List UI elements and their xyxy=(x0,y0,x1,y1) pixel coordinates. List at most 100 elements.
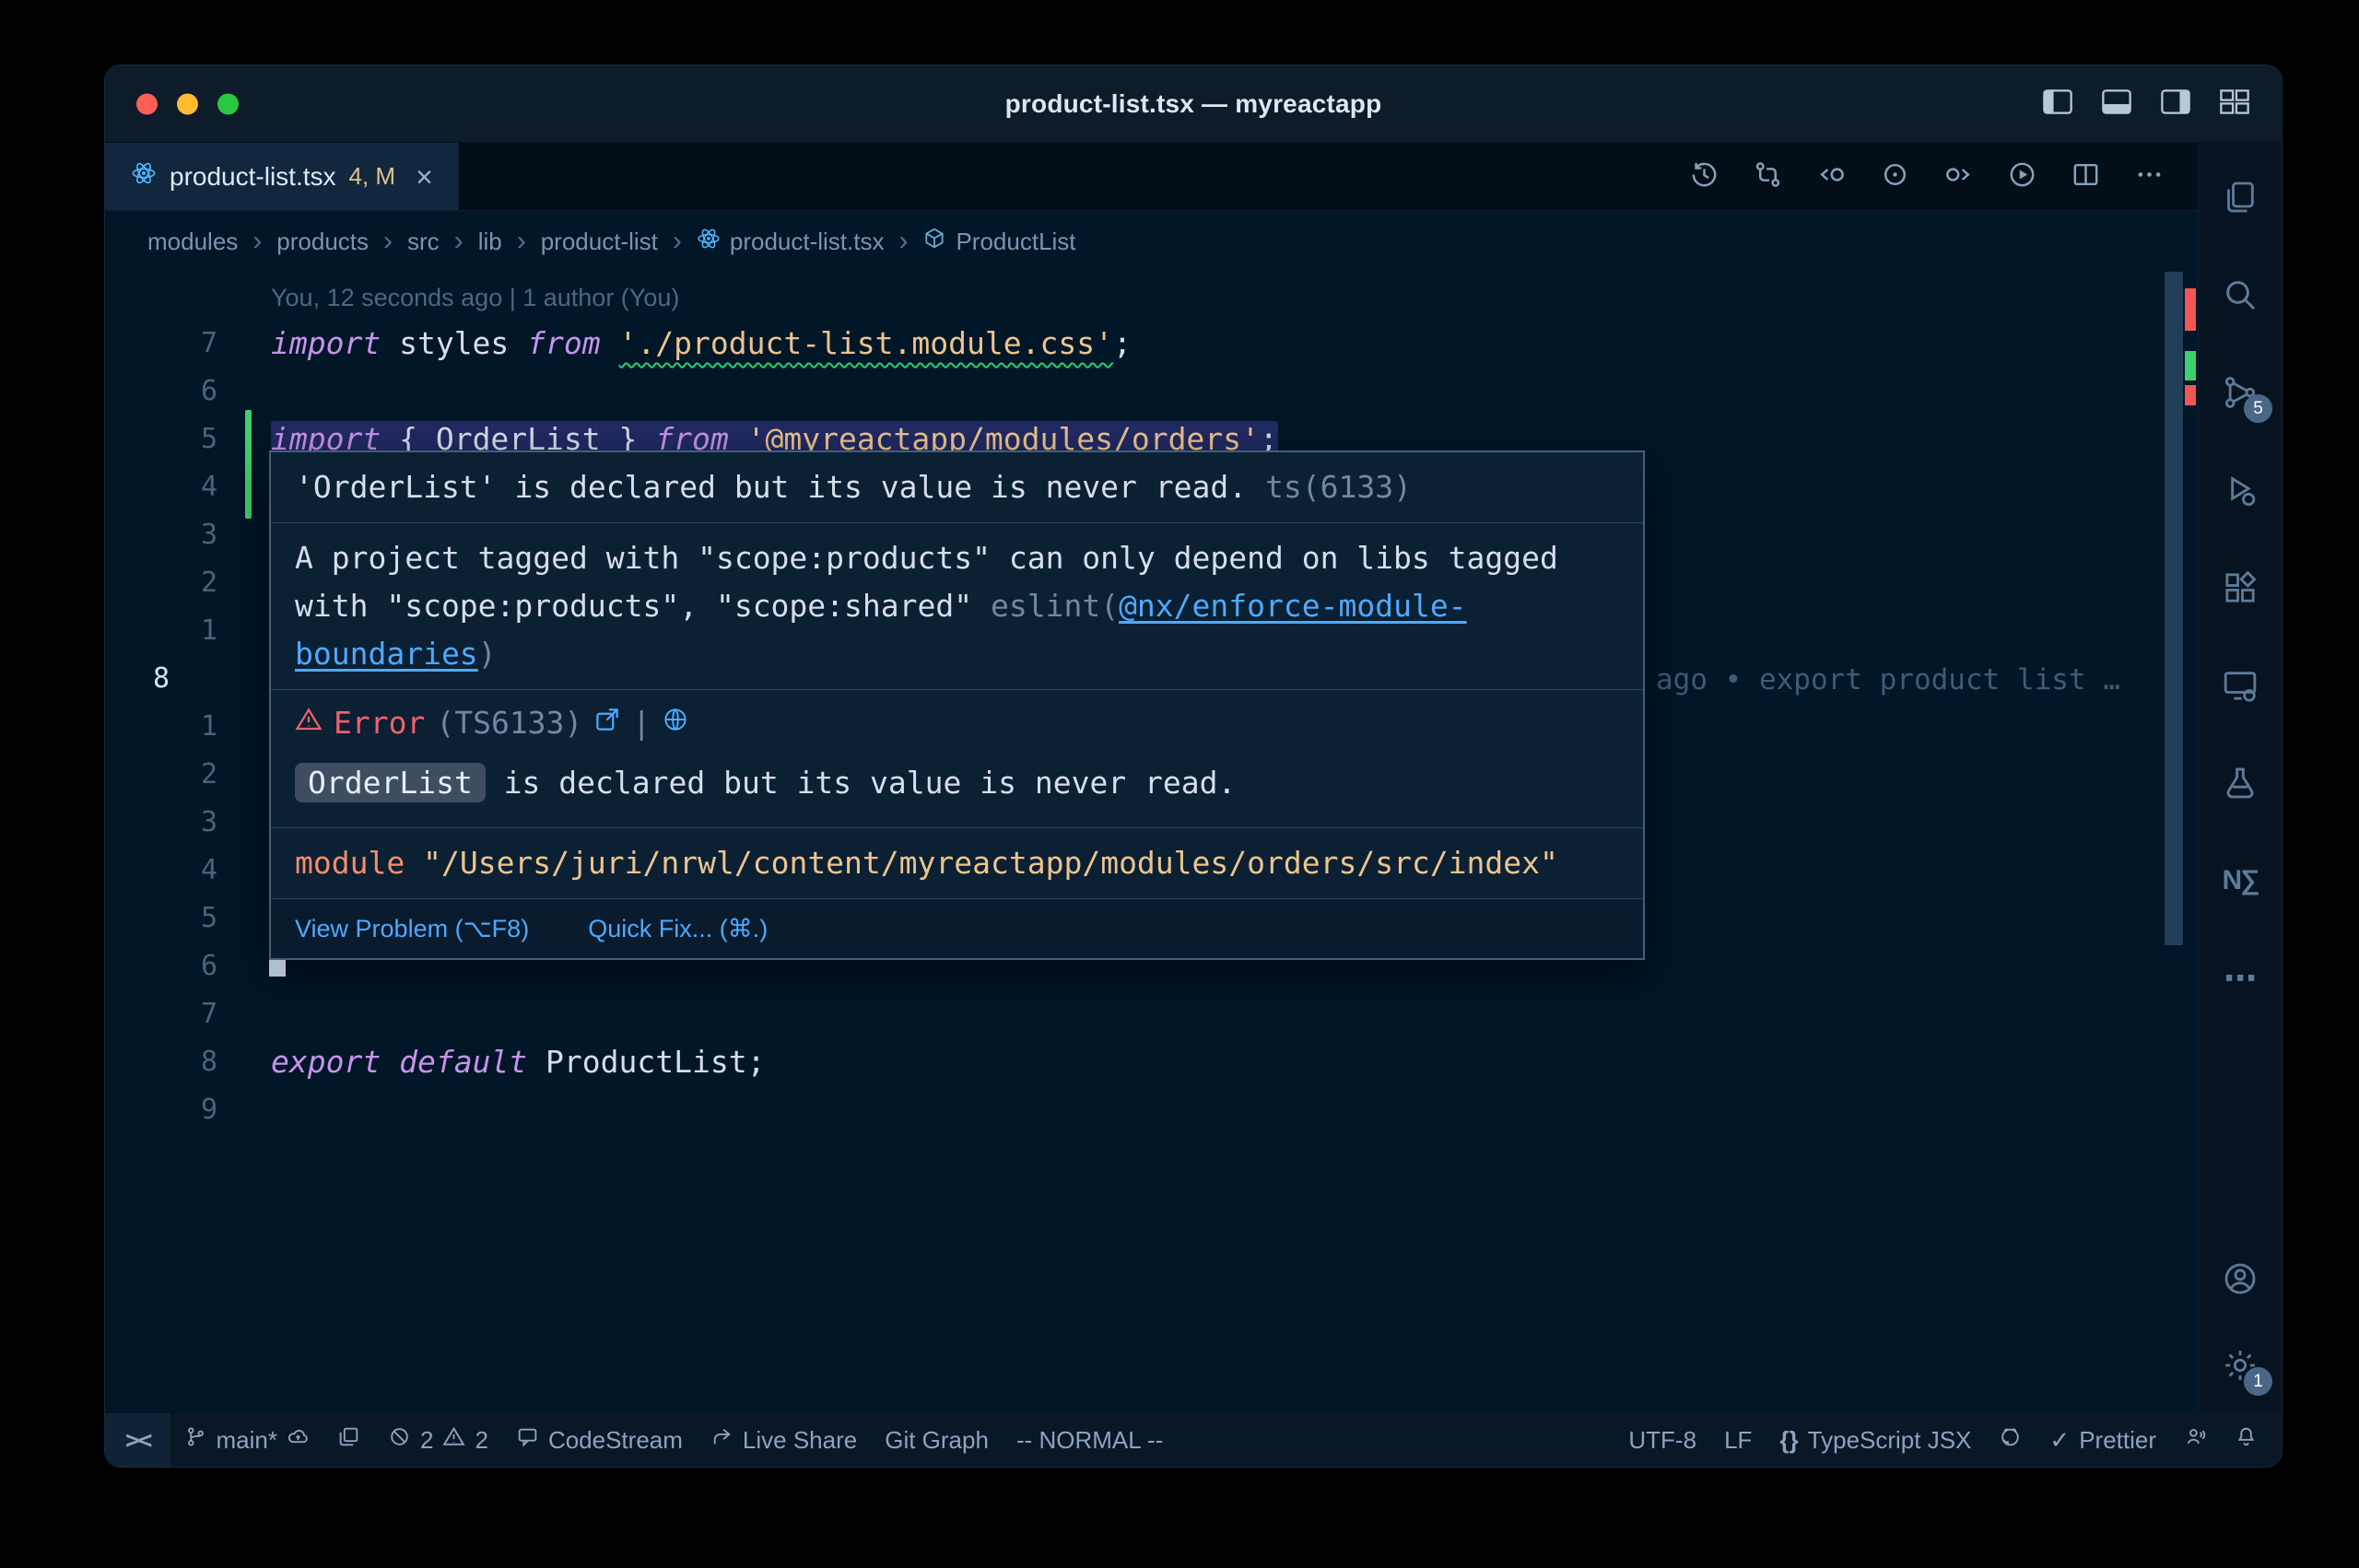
open-external-icon[interactable] xyxy=(593,705,621,741)
current-line-number[interactable]: 8 xyxy=(105,655,269,703)
line-number[interactable]: 6 xyxy=(105,368,269,415)
settings-badge: 1 xyxy=(2244,1367,2272,1396)
line-number[interactable]: 9 xyxy=(105,1086,269,1134)
quick-fix-button[interactable]: Quick Fix... (⌘.) xyxy=(588,910,768,947)
line-number[interactable]: 2 xyxy=(105,751,269,799)
remote-explorer-icon[interactable] xyxy=(2219,664,2261,707)
breadcrumb: modules › products › src › lib › product… xyxy=(105,211,2198,272)
git-branch-icon xyxy=(184,1425,207,1455)
overview-ruler-error-mark xyxy=(2185,288,2196,331)
split-editor-icon[interactable] xyxy=(2071,159,2101,194)
code-line[interactable]: 9 xyxy=(105,1086,2198,1134)
line-number[interactable]: 8 xyxy=(105,1038,269,1086)
remote-window-indicator[interactable]: >< xyxy=(105,1413,170,1467)
git-branch-item[interactable]: main* xyxy=(170,1413,323,1467)
gitlens-compare-item[interactable] xyxy=(323,1413,374,1467)
toggle-panel-icon[interactable] xyxy=(2101,88,2132,119)
tab-product-list[interactable]: product-list.tsx 4, M × xyxy=(105,143,460,210)
css-import-string: './product-list.module.css' xyxy=(619,325,1113,361)
line-number[interactable]: 5 xyxy=(105,895,269,942)
line-number[interactable]: 1 xyxy=(105,607,269,655)
extensions-icon[interactable] xyxy=(2219,567,2261,609)
globe-icon[interactable] xyxy=(662,705,689,741)
next-change-icon[interactable] xyxy=(1943,159,1974,194)
additional-views-icon[interactable]: ⋯ xyxy=(2219,957,2261,1000)
line-number[interactable]: 7 xyxy=(105,990,269,1038)
line-number[interactable]: 1 xyxy=(105,703,269,751)
close-window-button[interactable] xyxy=(136,93,158,114)
explorer-icon[interactable] xyxy=(2219,176,2261,218)
open-changes-icon[interactable] xyxy=(1880,159,1910,194)
gutter-modified-indicator xyxy=(245,410,252,519)
check-icon: ✓ xyxy=(2049,1426,2070,1455)
language-mode-item[interactable]: {}TypeScript JSX xyxy=(1766,1413,1985,1467)
local-history-icon[interactable] xyxy=(1689,159,1719,194)
code-line[interactable]: 7 xyxy=(105,990,2198,1038)
code-line[interactable]: 7 import styles from './product-list.mod… xyxy=(105,320,2198,368)
editor-more-actions-icon[interactable] xyxy=(2134,159,2165,194)
codestream-item[interactable]: CodeStream xyxy=(502,1413,697,1467)
vim-mode-item[interactable]: -- NORMAL -- xyxy=(1003,1413,1177,1467)
braces-icon: {} xyxy=(1779,1426,1798,1455)
diagnostic-source: ts(6133) xyxy=(1265,469,1412,505)
breadcrumb-separator: › xyxy=(517,228,526,255)
symbol-cube-icon xyxy=(922,227,946,257)
breadcrumb-separator: › xyxy=(673,228,682,255)
eol-item[interactable]: LF xyxy=(1710,1413,1766,1467)
manage-gear-icon[interactable]: 1 xyxy=(2219,1344,2261,1387)
git-graph-item[interactable]: Git Graph xyxy=(871,1413,1003,1467)
breadcrumb-item-symbol[interactable]: ProductList xyxy=(922,227,1075,257)
line-number[interactable]: 3 xyxy=(105,511,269,559)
code-editor[interactable]: You, 12 seconds ago | 1 author (You) 7 i… xyxy=(105,272,2198,1412)
code-line[interactable]: 6 xyxy=(105,368,2198,415)
title-bar: product-list.tsx — myreactapp xyxy=(105,65,2282,143)
scm-badge: 5 xyxy=(2244,394,2272,423)
person-icon xyxy=(2184,1425,2207,1455)
search-icon[interactable] xyxy=(2219,274,2261,316)
line-number[interactable]: 6 xyxy=(105,942,269,990)
minimize-window-button[interactable] xyxy=(177,93,198,114)
errors-icon xyxy=(388,1425,411,1455)
problems-item[interactable]: 2 2 xyxy=(374,1413,502,1467)
breadcrumb-item[interactable]: product-list xyxy=(541,228,658,256)
view-problem-button[interactable]: View Problem (⌥F8) xyxy=(295,910,529,947)
run-and-debug-icon[interactable] xyxy=(2219,469,2261,511)
status-bar: >< main* 2 2 CodeStream Live Share Git G… xyxy=(105,1412,2282,1467)
notifications-item[interactable] xyxy=(2221,1413,2282,1467)
close-tab-icon[interactable]: × xyxy=(416,162,433,192)
breadcrumb-item[interactable]: modules xyxy=(147,228,238,256)
github-item[interactable] xyxy=(1985,1413,2036,1467)
hover-resize-handle[interactable] xyxy=(269,960,286,977)
line-number[interactable]: 4 xyxy=(105,847,269,895)
run-file-icon[interactable] xyxy=(2007,159,2037,194)
editor-scrollbar[interactable] xyxy=(2165,272,2183,945)
git-compare-icon[interactable] xyxy=(1753,159,1783,194)
customize-layout-icon[interactable] xyxy=(2219,88,2250,119)
editor-actions xyxy=(1689,143,2198,210)
zoom-window-button[interactable] xyxy=(217,93,239,114)
breadcrumb-item[interactable]: lib xyxy=(478,228,502,256)
breadcrumb-item[interactable]: products xyxy=(276,228,369,256)
breadcrumb-separator: › xyxy=(454,228,464,255)
accounts-icon[interactable] xyxy=(2219,1258,2261,1300)
nx-console-icon[interactable]: N∑ xyxy=(2219,860,2261,902)
person-item[interactable] xyxy=(2170,1413,2221,1467)
live-share-item[interactable]: Live Share xyxy=(697,1413,871,1467)
blame-lens[interactable]: You, 12 seconds ago | 1 author (You) xyxy=(271,284,679,311)
line-number[interactable]: 2 xyxy=(105,559,269,607)
line-number[interactable]: 7 xyxy=(105,320,269,368)
breadcrumb-separator: › xyxy=(898,228,908,255)
previous-change-icon[interactable] xyxy=(1816,159,1847,194)
overview-ruler-error-mark xyxy=(2185,385,2196,405)
line-number[interactable]: 3 xyxy=(105,799,269,847)
toggle-primary-sidebar-icon[interactable] xyxy=(2042,88,2073,119)
breadcrumb-item[interactable]: src xyxy=(407,228,440,256)
breadcrumb-item-file[interactable]: product-list.tsx xyxy=(697,227,885,257)
live-share-icon xyxy=(710,1425,734,1455)
encoding-item[interactable]: UTF-8 xyxy=(1614,1413,1710,1467)
prettier-item[interactable]: ✓Prettier xyxy=(2036,1413,2170,1467)
toggle-secondary-sidebar-icon[interactable] xyxy=(2160,88,2191,119)
source-control-graph-icon[interactable]: 5 xyxy=(2219,371,2261,414)
code-line[interactable]: 8 export default ProductList; xyxy=(105,1038,2198,1086)
testing-beaker-icon[interactable] xyxy=(2219,762,2261,804)
